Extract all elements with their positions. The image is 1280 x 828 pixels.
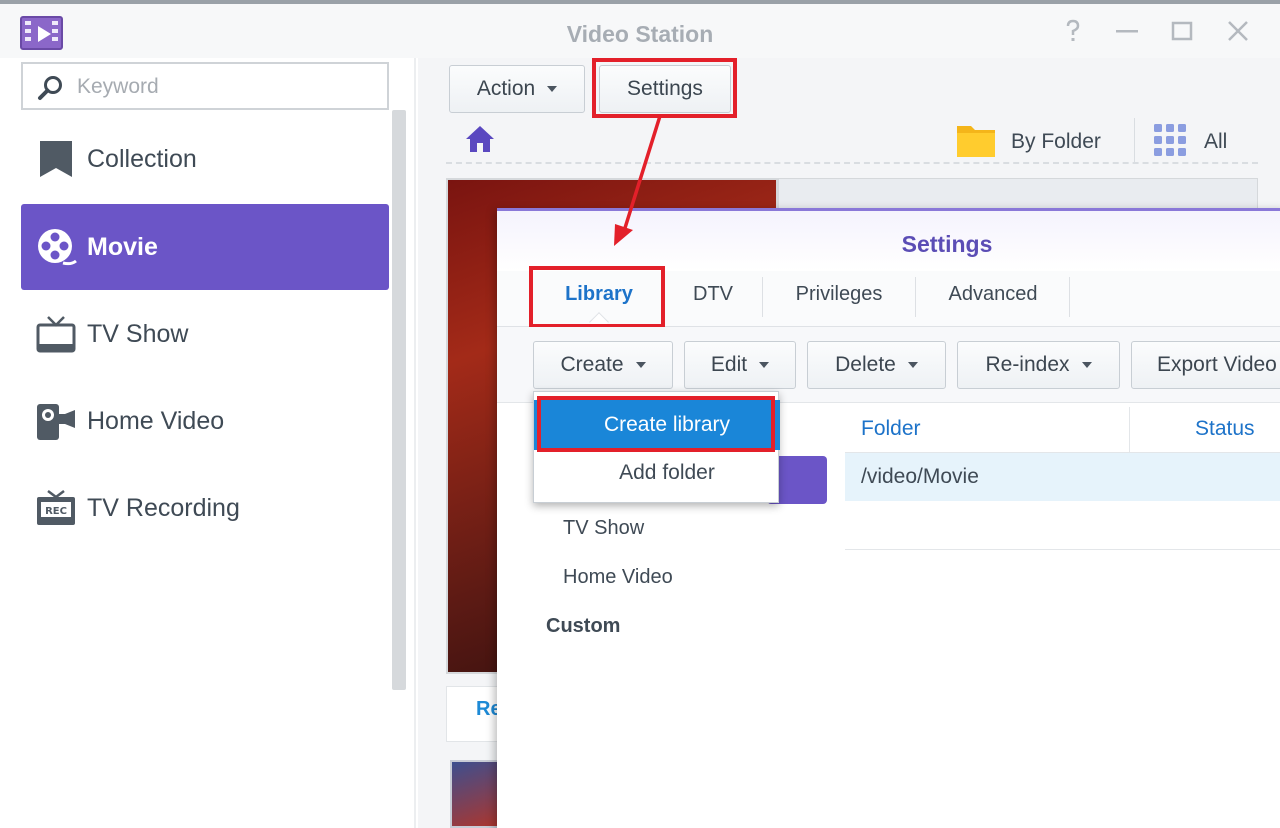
sidebar-item-tv-show[interactable]: TV Show xyxy=(21,291,389,377)
create-button-label: Create xyxy=(560,353,624,376)
chevron-down-icon xyxy=(907,362,918,369)
edit-button-label: Edit xyxy=(710,353,748,376)
export-video-button[interactable]: Export Video xyxy=(1131,341,1280,389)
tab-dtv[interactable]: DTV xyxy=(665,272,761,322)
create-library-highlight-annotation xyxy=(537,396,775,452)
minimize-icon[interactable] xyxy=(1112,16,1142,46)
sidebar-item-label: TV Show xyxy=(87,320,189,348)
delete-button-label: Delete xyxy=(835,353,896,376)
create-button[interactable]: Create xyxy=(533,341,673,389)
reindex-button-label: Re-index xyxy=(985,353,1070,376)
sidebar: Keyword Collection Movie TV Show Home Vi… xyxy=(0,58,416,828)
bookmark-icon xyxy=(40,141,72,177)
film-reel-icon xyxy=(38,229,77,266)
tab-advanced[interactable]: Advanced xyxy=(917,272,1069,322)
rec-tv-icon: REC xyxy=(37,490,75,525)
action-button[interactable]: Action xyxy=(449,65,585,113)
table-row[interactable]: /video/Movie xyxy=(845,453,1280,501)
delete-button[interactable]: Delete xyxy=(807,341,946,389)
dialog-title: Settings xyxy=(901,231,993,257)
folder-icon xyxy=(957,126,995,157)
window-title: Video Station xyxy=(566,21,714,47)
action-button-label: Action xyxy=(476,77,536,100)
home-icon[interactable] xyxy=(464,124,496,154)
view-by-folder-label[interactable]: By Folder xyxy=(1011,130,1101,154)
reindex-button[interactable]: Re-index xyxy=(957,341,1120,389)
toolbar-divider xyxy=(1134,118,1135,162)
grid-view-icon[interactable] xyxy=(1154,124,1186,156)
tv-icon xyxy=(36,316,76,353)
tab-separator xyxy=(762,277,763,317)
breadcrumb-divider xyxy=(446,162,1258,164)
dialog-header: Settings xyxy=(497,211,1280,271)
edit-button[interactable]: Edit xyxy=(684,341,796,389)
table-divider xyxy=(845,549,1280,550)
title-bar: Video Station xyxy=(0,4,1280,58)
sidebar-item-collection[interactable]: Collection xyxy=(21,116,389,202)
view-all-label[interactable]: All xyxy=(1204,130,1227,154)
column-header-folder[interactable]: Folder xyxy=(861,417,921,441)
chevron-down-icon xyxy=(1081,362,1092,369)
folder-cell: /video/Movie xyxy=(861,465,979,488)
library-group-custom: Custom xyxy=(546,615,621,637)
close-icon[interactable] xyxy=(1223,16,1253,46)
library-tab-highlight-annotation xyxy=(529,266,665,328)
search-icon xyxy=(38,76,62,100)
sidebar-scrollbar[interactable] xyxy=(392,110,406,690)
column-header-status[interactable]: Status xyxy=(1195,417,1255,441)
chevron-down-icon xyxy=(759,362,770,369)
folder-table-header: Folder Status xyxy=(845,407,1280,453)
export-video-button-label: Export Video xyxy=(1157,353,1277,376)
help-icon[interactable] xyxy=(1058,16,1088,46)
chevron-down-icon xyxy=(635,362,646,369)
sidebar-item-label: Movie xyxy=(87,233,158,261)
svg-text:REC: REC xyxy=(45,506,67,517)
sidebar-item-tv-recording[interactable]: REC TV Recording xyxy=(21,465,389,551)
sidebar-item-label: Collection xyxy=(87,145,197,173)
search-placeholder: Keyword xyxy=(77,75,159,98)
tab-privileges[interactable]: Privileges xyxy=(765,272,913,322)
settings-highlight-annotation xyxy=(592,58,737,118)
tab-separator xyxy=(1069,277,1070,317)
chevron-down-icon xyxy=(547,86,558,93)
menu-item-add-folder[interactable]: Add folder xyxy=(534,448,780,498)
settings-dialog: Settings Library DTV Privileges Advanced… xyxy=(497,208,1280,828)
sidebar-item-home-video[interactable]: Home Video xyxy=(21,378,389,464)
maximize-icon[interactable] xyxy=(1167,16,1197,46)
library-item-home-video[interactable]: Home Video xyxy=(563,566,673,589)
tab-separator xyxy=(915,277,916,317)
camcorder-icon xyxy=(37,404,75,440)
library-item-tv-show[interactable]: TV Show xyxy=(563,517,644,540)
search-input[interactable]: Keyword xyxy=(21,62,389,110)
sidebar-item-movie[interactable]: Movie xyxy=(21,204,389,290)
sidebar-item-label: Home Video xyxy=(87,407,225,435)
sidebar-item-label: TV Recording xyxy=(87,494,240,522)
